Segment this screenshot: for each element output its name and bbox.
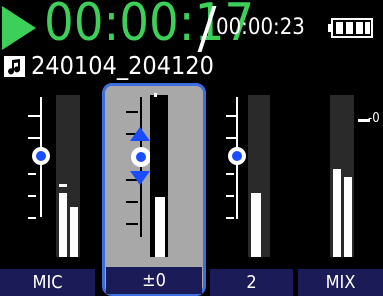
fader-knob[interactable] <box>228 147 246 165</box>
arrow-down-icon <box>130 171 150 185</box>
channel-label-mic: MIC <box>0 269 95 296</box>
arrow-up-icon <box>130 127 150 141</box>
channel-strip-selected[interactable]: ±0 <box>102 83 206 296</box>
level-marker-text: -0 <box>368 111 380 126</box>
battery-icon <box>328 18 373 38</box>
channel-strip-mix[interactable]: -0 MIX <box>298 85 383 296</box>
channel-strip-2[interactable]: 2 <box>210 85 293 296</box>
channel-label-gain: ±0 <box>106 267 202 294</box>
channel-strip-mic[interactable]: MIC <box>0 85 95 296</box>
fader-knob[interactable] <box>131 147 151 167</box>
fader-track <box>140 97 142 237</box>
play-icon <box>2 6 36 50</box>
music-note-file-icon <box>4 56 25 77</box>
file-name: 240104_204120 <box>31 51 214 80</box>
channel-label-mix: MIX <box>298 269 383 296</box>
fader-knob[interactable] <box>32 147 50 165</box>
total-time: 00:00:23 <box>216 15 305 40</box>
channel-label-2: 2 <box>210 269 293 296</box>
